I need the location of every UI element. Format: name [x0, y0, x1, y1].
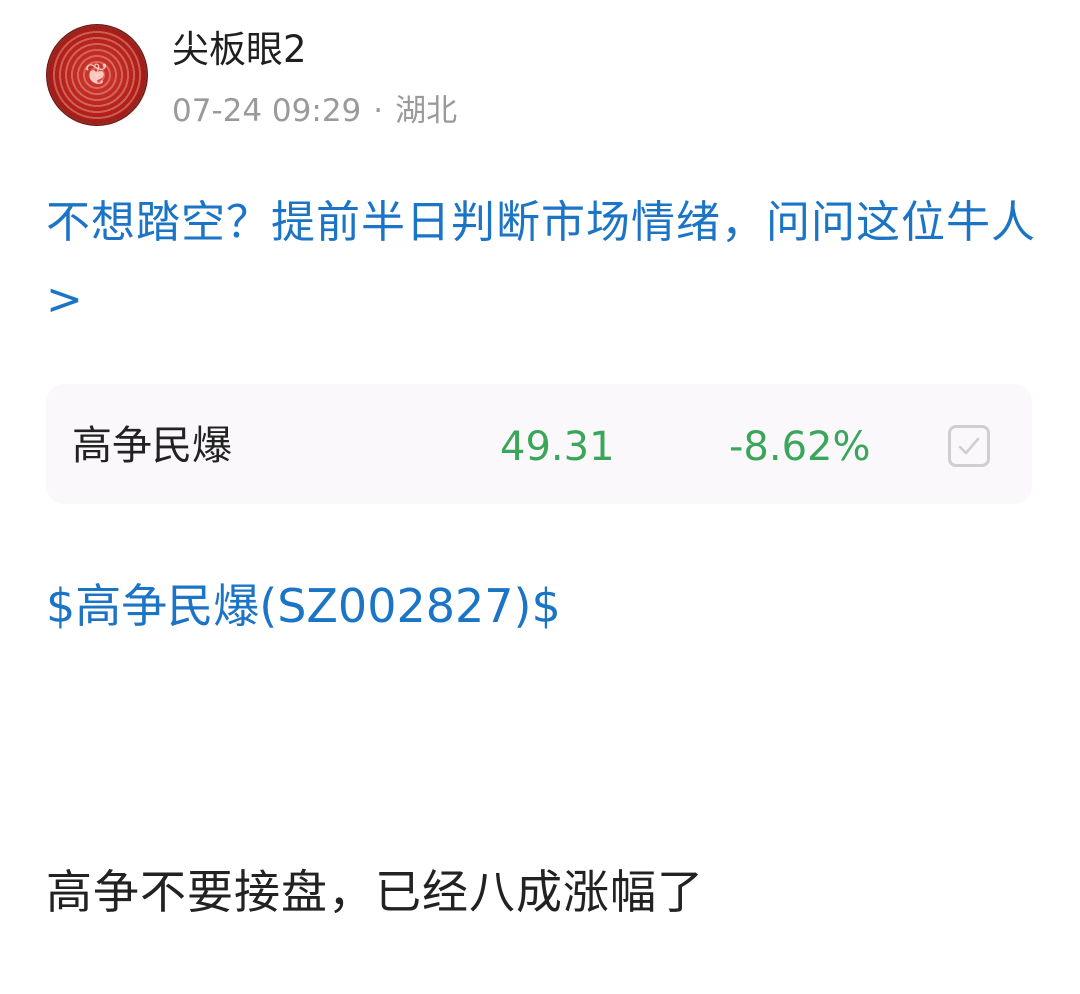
post-time: 07-24 09:29	[172, 93, 362, 129]
stock-ticker-link[interactable]: $高争民爆(SZ002827)$	[46, 578, 561, 634]
checkbox-check-icon	[958, 437, 980, 455]
meta-separator: ·	[373, 93, 384, 129]
post-location: 湖北	[395, 93, 458, 129]
author-avatar[interactable]: ❦	[46, 24, 148, 126]
stock-change-percent: -8.62%	[729, 424, 871, 470]
stock-price: 49.31	[500, 424, 615, 470]
post-meta: 07-24 09:29 · 湖北	[172, 92, 457, 130]
post-body-text: 高争不要接盘，已经八成涨幅了	[46, 865, 704, 919]
author-name[interactable]: 尖板眼2	[172, 28, 307, 72]
promo-link[interactable]: 不想踏空？提前半日判断市场情绪，问问这位牛人>	[46, 184, 1046, 338]
watchlist-checkbox[interactable]	[948, 425, 990, 467]
avatar-seal-mark: ❦	[84, 57, 110, 93]
stock-quote-card[interactable]: 高争民爆 49.31 -8.62%	[46, 384, 1032, 504]
stock-name: 高争民爆	[72, 423, 232, 469]
post-header: ❦ 尖板眼2 07-24 09:29 · 湖北	[46, 24, 746, 130]
